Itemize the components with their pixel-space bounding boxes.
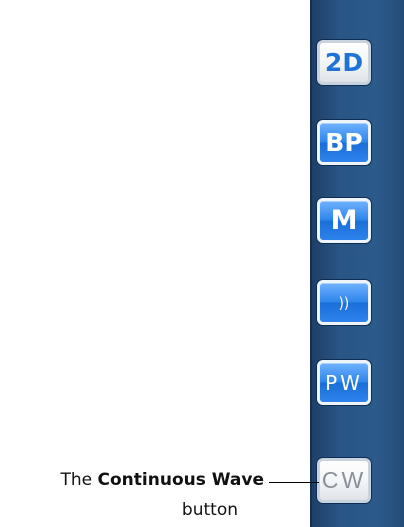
mode-bp-button[interactable]: BP <box>317 120 371 165</box>
mode-doppler-audio-button[interactable]: )) <box>317 280 371 325</box>
mode-2d-button[interactable]: 2D <box>317 40 371 85</box>
mode-m-button[interactable]: M <box>317 198 371 243</box>
cw-callout-text: The Continuous Wave <box>61 470 265 490</box>
mode-2d-label: 2D <box>324 48 364 77</box>
mode-pw-label: PW <box>325 370 363 395</box>
cw-callout-suffix: button <box>181 500 238 520</box>
mode-pw-button[interactable]: PW <box>317 360 371 405</box>
mode-m-label: M <box>330 205 358 236</box>
sound-wave-icon: )) <box>338 293 350 312</box>
callout-name: Continuous Wave <box>97 470 264 490</box>
mode-bp-label: BP <box>325 128 363 157</box>
callout-prefix: The <box>60 470 98 490</box>
mode-cw-button[interactable]: CW <box>317 458 371 503</box>
callout-leader-line <box>269 482 319 483</box>
mode-cw-label: CW <box>321 467 367 493</box>
